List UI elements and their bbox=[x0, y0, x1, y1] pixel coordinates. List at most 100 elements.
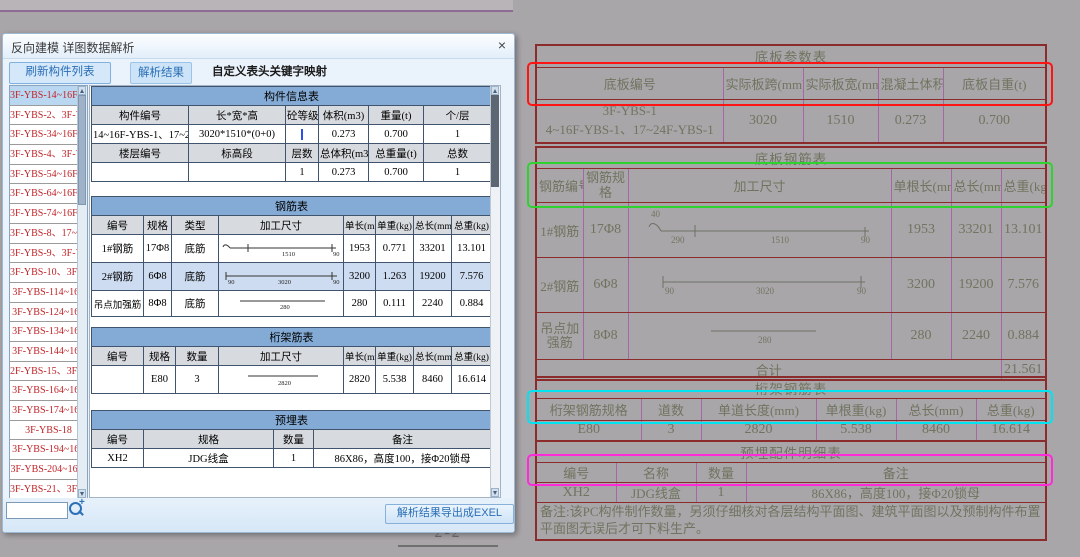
sidebar-item[interactable]: 2F-YBS-15、3F-Y bbox=[10, 362, 87, 382]
column-header: 单道长度(mm) bbox=[701, 399, 816, 421]
sidebar-item[interactable]: 3F-YBS-21、3F-Y bbox=[10, 480, 87, 499]
close-icon[interactable]: × bbox=[498, 37, 506, 53]
sidebar-item[interactable]: 3F-YBS-124~16F bbox=[10, 303, 87, 323]
column-header: 备注 bbox=[314, 430, 492, 449]
rebar-shape-drawing: 40 290 1510 90 bbox=[628, 203, 891, 258]
scroll-up-icon[interactable] bbox=[491, 86, 499, 95]
production-note: 备注:该PC构件制作数量，另须仔细核对各层结构平面图、建筑平面图以及预制构件布置… bbox=[536, 503, 1046, 540]
table-row: 底板钢筋表 bbox=[536, 147, 1046, 169]
sidebar-item[interactable]: 3F-YBS-64~16F-Y bbox=[10, 184, 87, 204]
table-cell: 1 bbox=[274, 449, 314, 468]
magnifier-handle bbox=[78, 510, 84, 516]
sidebar-item[interactable]: 3F-YBS-18 bbox=[10, 421, 87, 441]
table-cell: 3020 bbox=[723, 99, 803, 143]
sidebar-item[interactable]: 3F-YBS-8、17~24 bbox=[10, 224, 87, 244]
sidebar-item[interactable]: 3F-YBS-144~16F bbox=[10, 342, 87, 362]
sidebar-item[interactable]: 3F-YBS-204~16F- bbox=[10, 460, 87, 480]
rebar-shape-drawing: 90 3020 90 bbox=[219, 263, 344, 291]
sidebar-item[interactable]: 3F-YBS-2、3F-YB bbox=[10, 106, 87, 126]
rebar-shape-drawing: 280 bbox=[219, 291, 344, 317]
table-cell: 0.771 bbox=[376, 235, 414, 263]
table-row: 编号 规格 数量 加工尺寸 单长(mm) 单重(kg) 总长(mm) 总重(kg… bbox=[92, 347, 492, 366]
sidebar-item[interactable]: 3F-YBS-174~16F bbox=[10, 401, 87, 421]
table-cell: 86X86，高度100，接Φ20锁母 bbox=[314, 449, 492, 468]
dim-label: 90 bbox=[861, 235, 871, 245]
component-list: 3F-YBS-14~16F-Y 3F-YBS-2、3F-YB 3F-YBS-34… bbox=[9, 85, 88, 499]
export-excel-button[interactable]: 解析结果导出成EXEL bbox=[385, 504, 514, 524]
table-cell: JDG线盒 bbox=[616, 483, 696, 503]
dim-label: 2820 bbox=[278, 380, 291, 387]
table-cell: 0.700 bbox=[943, 99, 1046, 143]
sidebar-item[interactable]: 3F-YBS-54~16F-Y bbox=[10, 165, 87, 185]
sidebar-item[interactable]: 3F-YBS-4、3F-YB bbox=[10, 145, 87, 165]
dim-label: 290 bbox=[671, 235, 685, 245]
table-title: 钢筋表 bbox=[92, 197, 492, 216]
table-row: 编号 规格 数量 备注 bbox=[92, 430, 492, 449]
table-row: 编号 名称 数量 备注 bbox=[536, 463, 1046, 483]
column-header: 底板编号 bbox=[536, 67, 723, 99]
sidebar-item[interactable]: 3F-YBS-114~16F bbox=[10, 283, 87, 303]
sidebar-item[interactable]: 3F-YBS-164~16F bbox=[10, 381, 87, 401]
section-underline bbox=[398, 545, 498, 547]
table-cell: 5.538 bbox=[376, 366, 414, 394]
column-header: 标高段 bbox=[189, 144, 286, 163]
scrollbar-thumb[interactable] bbox=[491, 95, 499, 187]
tab-parse-result[interactable]: 解析结果 bbox=[130, 62, 192, 84]
refresh-component-list-button[interactable]: 刷新构件列表 bbox=[9, 62, 111, 84]
table-cell: 3200 bbox=[344, 263, 376, 291]
column-header: 编号 bbox=[536, 463, 616, 483]
table-cell: 2240 bbox=[951, 313, 1001, 360]
table-cell: 8Φ8 bbox=[583, 313, 628, 360]
sidebar-item[interactable]: 3F-YBS-194~16F bbox=[10, 440, 87, 460]
cad-param-table: 底板参数表 底板编号 实际板跨(mm) 实际板宽(mm) 混凝土体积(m3) 底… bbox=[535, 44, 1047, 144]
cad-embed-table: 预埋配件明细表 编号 名称 数量 备注 XH2 JDG线盒 1 86X86，高度… bbox=[535, 440, 1047, 541]
embedded-parts-table: 预埋表 编号 规格 数量 备注 XH2 JDG线盒 1 86X86，高度100，… bbox=[91, 410, 492, 468]
table-row: 桁架钢筋表 bbox=[536, 377, 1046, 399]
search-input[interactable] bbox=[6, 502, 68, 519]
zoom-search-icon[interactable]: + bbox=[67, 500, 87, 520]
table-cell: 6Φ8 bbox=[144, 263, 172, 291]
column-header: 构件编号 bbox=[92, 106, 189, 125]
table-cell: 8Φ8 bbox=[144, 291, 172, 317]
table-cell: 17Φ8 bbox=[144, 235, 172, 263]
column-header: 总长(mm) bbox=[951, 169, 1001, 203]
table-row: 3F-YBS-1 4~16F-YBS-1、17~24F-YBS-1 3020 1… bbox=[536, 99, 1046, 143]
table-cell: 7.576 bbox=[452, 263, 492, 291]
column-header: 加工尺寸 bbox=[219, 216, 344, 235]
editing-cell[interactable] bbox=[286, 125, 319, 144]
table-cell bbox=[92, 163, 189, 182]
table-title: 底板参数表 bbox=[536, 45, 1046, 67]
plate-code-line1: 3F-YBS-1 bbox=[539, 103, 721, 119]
rebar-shape-drawing: 90 3020 90 bbox=[628, 258, 891, 313]
sidebar-item[interactable]: 3F-YBS-34~16F-Y bbox=[10, 125, 87, 145]
tab-header-keyword-mapping[interactable]: 自定义表头关键字映射 bbox=[197, 62, 342, 82]
dim-label: 280 bbox=[758, 335, 772, 345]
sidebar-item[interactable]: 3F-YBS-134~16F bbox=[10, 322, 87, 342]
sidebar-item[interactable]: 3F-YBS-14~16F-Y bbox=[10, 86, 87, 106]
result-scrollbar[interactable] bbox=[490, 86, 500, 497]
dim-label: 40 bbox=[651, 209, 661, 219]
table-cell: 280 bbox=[891, 313, 951, 360]
table-row: 底板编号 实际板跨(mm) 实际板宽(mm) 混凝土体积(m3) 底板自重(t) bbox=[536, 67, 1046, 99]
table-row: 2#钢筋 6Φ8 底筋 90 3020 90 3200 bbox=[92, 263, 492, 291]
table-row: 构件编号 长*宽*高 砼等级 体积(m3) 重量(t) 个/层 bbox=[92, 106, 492, 125]
table-cell: 1 bbox=[424, 163, 492, 182]
sidebar-scrollbar[interactable] bbox=[77, 86, 87, 498]
table-cell: 1 bbox=[696, 483, 746, 503]
dialog-titlebar[interactable]: 反向建模 详图数据解析 × bbox=[3, 34, 514, 59]
column-header: 楼层编号 bbox=[92, 144, 189, 163]
table-cell: 5.538 bbox=[816, 421, 896, 441]
sidebar-item[interactable]: 3F-YBS-9、3F-YB bbox=[10, 244, 87, 264]
table-cell: 2#钢筋 bbox=[92, 263, 144, 291]
dialog-title: 反向建模 详图数据解析 bbox=[11, 39, 134, 56]
table-cell: 0.884 bbox=[1001, 313, 1046, 360]
scroll-up-icon[interactable] bbox=[78, 86, 86, 95]
table-cell: 0.884 bbox=[452, 291, 492, 317]
column-header: 单根重(kg) bbox=[816, 399, 896, 421]
table-cell: XH2 bbox=[536, 483, 616, 503]
scroll-down-icon[interactable] bbox=[491, 488, 499, 497]
sidebar-item[interactable]: 3F-YBS-74~16F-Y bbox=[10, 204, 87, 224]
scrollbar-thumb[interactable] bbox=[78, 95, 86, 205]
sidebar-item[interactable]: 3F-YBS-10、3F-Y bbox=[10, 263, 87, 283]
column-header: 加工尺寸 bbox=[628, 169, 891, 203]
